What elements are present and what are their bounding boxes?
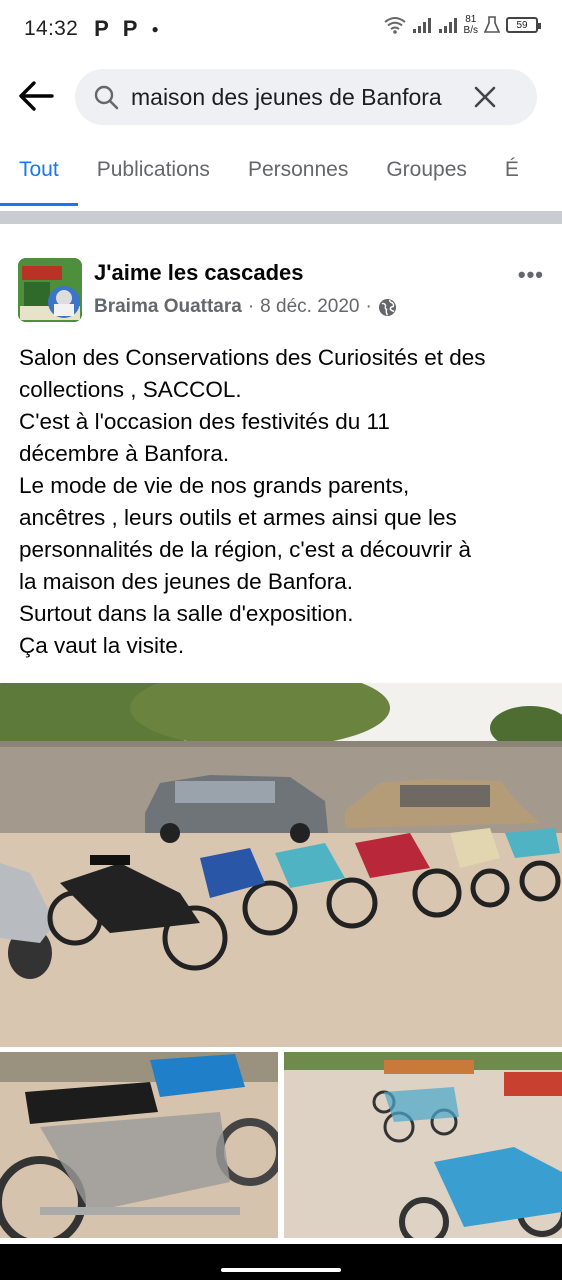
page-avatar[interactable] xyxy=(18,258,82,322)
status-indicators: 81 B/s 59 xyxy=(383,14,541,36)
meta-separator: · xyxy=(247,296,255,317)
post-text-line: ancêtres , leurs outils et armes ainsi q… xyxy=(19,505,457,530)
post-text-line: collections , SACCOL. xyxy=(19,377,242,402)
search-filter-tabs: Tout Publications Personnes Groupes É xyxy=(0,148,562,208)
wifi-icon xyxy=(383,17,406,34)
home-indicator[interactable] xyxy=(221,1268,341,1272)
search-icon xyxy=(94,85,119,110)
search-input[interactable]: maison des jeunes de Banfora xyxy=(75,69,537,125)
post-text-line: C'est à l'occasion des festivités du 11 xyxy=(19,409,390,434)
post-photo-main[interactable] xyxy=(0,683,562,1047)
search-query[interactable]: maison des jeunes de Banfora xyxy=(131,84,453,111)
post-photo-tertiary[interactable] xyxy=(284,1052,562,1238)
signal-icon xyxy=(438,18,457,33)
post-author[interactable]: Braima Ouattara xyxy=(94,296,242,318)
post-text-line: Ça vaut la visite. xyxy=(19,633,185,658)
tab-all[interactable]: Tout xyxy=(0,148,78,208)
photo-blue-moped xyxy=(0,1052,278,1238)
photo-mopeds-courtyard xyxy=(0,683,562,1047)
signal-icon xyxy=(412,18,431,33)
more-notifications-dot-icon: ● xyxy=(151,22,159,36)
post-text-line: la maison des jeunes de Banfora. xyxy=(19,569,353,594)
meta-separator: · xyxy=(365,296,372,317)
tab-groups[interactable]: Groupes xyxy=(367,148,486,208)
more-horizontal-icon[interactable]: ••• xyxy=(518,262,544,288)
post-photo-secondary[interactable] xyxy=(0,1052,278,1238)
flask-icon xyxy=(484,16,500,33)
network-speed: 81 B/s xyxy=(463,14,478,36)
post-text-line: personnalités de la région, c'est a déco… xyxy=(19,537,472,562)
status-bar: 14:32 P P ● 81 B/s 59 xyxy=(0,0,562,58)
close-icon[interactable] xyxy=(473,85,497,109)
photo-moped-row xyxy=(284,1052,562,1238)
post-date[interactable]: 8 déc. 2020 xyxy=(260,296,359,318)
section-divider xyxy=(0,211,562,224)
arrow-left-icon[interactable] xyxy=(18,80,54,112)
tab-people[interactable]: Personnes xyxy=(229,148,367,208)
page-avatar-image xyxy=(18,258,82,322)
system-navigation-bar xyxy=(0,1244,562,1280)
search-header: maison des jeunes de Banfora xyxy=(0,66,562,128)
globe-icon xyxy=(378,298,396,316)
post-text-line: décembre à Banfora. xyxy=(19,441,230,466)
app-notification-icon: P xyxy=(122,16,138,41)
post-header: J'aime les cascades Braima Ouattara · 8 … xyxy=(0,250,562,330)
tab-events[interactable]: É xyxy=(486,148,538,208)
app-notification-icon: P xyxy=(94,16,109,41)
post-text-line: Surtout dans la salle d'exposition. xyxy=(19,601,354,626)
status-time: 14:32 xyxy=(24,17,79,40)
post-text-line: Salon des Conservations des Curiosités e… xyxy=(19,345,486,370)
tab-posts[interactable]: Publications xyxy=(78,148,229,208)
status-app-icons: P P ● xyxy=(94,16,159,42)
page-name[interactable]: J'aime les cascades xyxy=(94,260,304,286)
post-text-line: Le mode de vie de nos grands parents, xyxy=(19,473,410,498)
post-meta: Braima Ouattara · 8 déc. 2020 · xyxy=(94,296,397,318)
battery-icon: 59 xyxy=(506,17,541,33)
post-text: Salon des Conservations des Curiosités e… xyxy=(19,342,549,662)
